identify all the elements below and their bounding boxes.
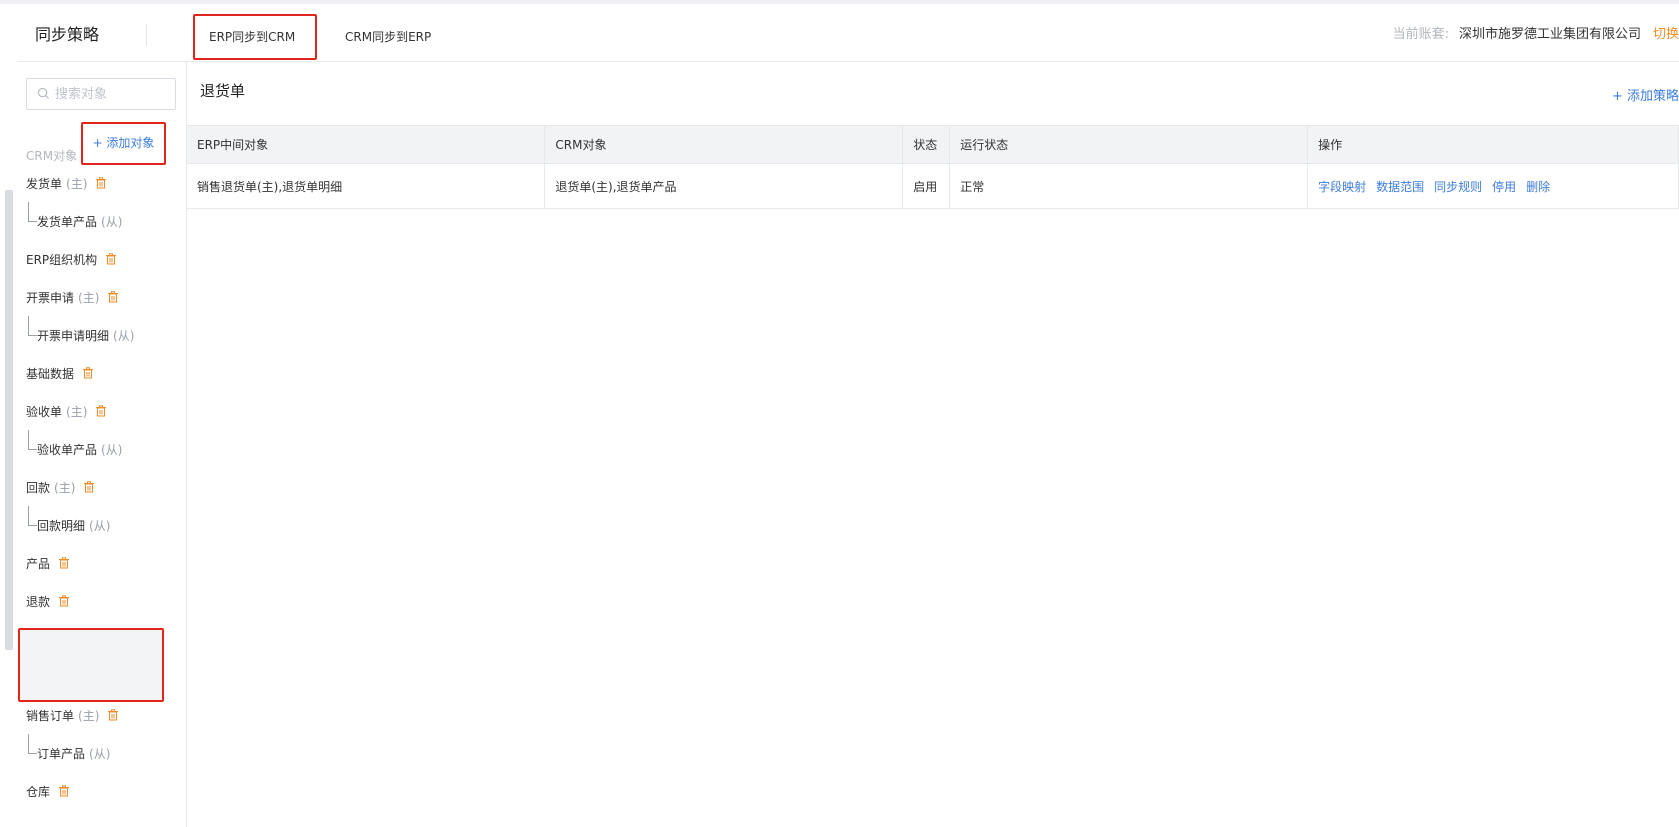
tree-item[interactable]: 发货单 (主) — [17, 164, 187, 202]
tree-item[interactable]: 开票申请 (主) — [17, 278, 187, 316]
tree-child-item[interactable]: 验收单产品 (从) — [17, 430, 187, 468]
column-header: CRM对象 — [544, 125, 904, 164]
trash-icon[interactable] — [95, 633, 107, 645]
tree-item-tag: (主) — [66, 632, 88, 647]
table-row: 销售退货单(主),退货单明细 退货单(主),退货单产品 启用 正常 字段映射 数据… — [187, 163, 1679, 209]
object-tree: 发货单 (主) 发货单产品 (从) ERP组织机构 开票申请 (主) 开票申请明细 (从) 基础数… — [17, 164, 187, 810]
tree-child-item[interactable]: 退货单产品 (从) — [17, 658, 187, 696]
switch-account-link[interactable]: 切换 — [1653, 27, 1679, 42]
tree-item-label: ERP组织机构 — [26, 252, 98, 267]
app-window: 同步策略 ERP同步到CRM CRM同步到ERP 当前账套: 深圳市施罗德工业集团… — [0, 0, 1679, 827]
main-panel: 退货单 + 添加策略 ERP中间对象 CRM对象 状态 运行状态 操作 销售退货… — [187, 62, 1679, 827]
tree-item-tag: (主) — [78, 708, 100, 723]
tree-item-label: 回款明细 — [37, 518, 86, 533]
tree-item[interactable]: 产品 — [17, 544, 187, 582]
tree-item-tag: (从) — [101, 214, 123, 229]
tree-item-label: 订单产品 — [37, 746, 86, 761]
column-header: ERP中间对象 — [187, 125, 546, 164]
trash-icon[interactable] — [58, 785, 70, 797]
tree-item-label: 开票申请明细 — [37, 328, 110, 343]
tree-item-label: 发货单 — [26, 176, 63, 191]
tree-item-tag: (主) — [66, 176, 88, 191]
delete-link[interactable]: 删除 — [1526, 180, 1550, 194]
trash-icon[interactable] — [107, 291, 119, 303]
trash-icon[interactable] — [82, 367, 94, 379]
tree-child-item[interactable]: 发货单产品 (从) — [17, 202, 187, 240]
column-header: 运行状态 — [949, 125, 1309, 164]
add-policy-button[interactable]: + 添加策略 — [1612, 85, 1679, 104]
table-header-row: ERP中间对象 CRM对象 状态 运行状态 操作 — [187, 125, 1679, 164]
column-header: 操作 — [1307, 125, 1679, 164]
field-mapping-link[interactable]: 字段映射 — [1318, 180, 1366, 194]
tree-item-tag: (从) — [101, 670, 123, 685]
tree-item[interactable]: 退货单 (主) — [17, 620, 187, 658]
search-input[interactable] — [55, 83, 171, 105]
tree-item[interactable]: 仓库 — [17, 772, 187, 810]
tree-item-label: 基础数据 — [26, 366, 75, 381]
account-label: 当前账套: — [1392, 27, 1449, 42]
tree-item-label: 退货单产品 — [37, 670, 98, 685]
tree-child-item[interactable]: 回款明细 (从) — [17, 506, 187, 544]
tree-item-label: 回款 — [26, 480, 51, 495]
page-title: 同步策略 — [17, 23, 147, 46]
crm-object-label: CRM对象 — [26, 149, 78, 163]
tree-item[interactable]: 回款 (主) — [17, 468, 187, 506]
tree-item[interactable]: 基础数据 — [17, 354, 187, 392]
tree-child-item[interactable]: 开票申请明细 (从) — [17, 316, 187, 354]
trash-icon[interactable] — [95, 405, 107, 417]
tree-item-label: 仓库 — [26, 784, 51, 799]
erp-object-cell: 销售退货单(主),退货单明细 — [187, 163, 546, 209]
tree-item[interactable]: 销售订单 (主) — [17, 696, 187, 734]
tree-item-tag: (从) — [113, 328, 135, 343]
sync-rule-link[interactable]: 同步规则 — [1434, 180, 1482, 194]
tree-item-label: 退货单 — [26, 632, 63, 647]
tree-item[interactable]: 退款 — [17, 582, 187, 620]
tree-item-tag: (主) — [66, 404, 88, 419]
top-header: 同步策略 ERP同步到CRM CRM同步到ERP 当前账套: 深圳市施罗德工业集团… — [17, 8, 1679, 62]
tree-item-tag: (从) — [89, 746, 111, 761]
trash-icon[interactable] — [58, 595, 70, 607]
policy-table: ERP中间对象 CRM对象 状态 运行状态 操作 销售退货单(主),退货单明细 … — [187, 125, 1679, 209]
tree-item[interactable]: 验收单 (主) — [17, 392, 187, 430]
trash-icon[interactable] — [95, 177, 107, 189]
object-sidebar: CRM对象 + 添加对象 发货单(主)发货单产品(从)ERP组织机构开票申请(主… — [17, 62, 187, 827]
tree-item-label: 退款 — [26, 594, 51, 609]
tree-item-label: 发货单产品 — [37, 214, 98, 229]
tree-child-item[interactable]: 订单产品 (从) — [17, 734, 187, 772]
tab-crm-to-erp[interactable]: CRM同步到ERP — [331, 14, 445, 60]
status-cell: 启用 — [902, 163, 951, 209]
crm-object-row: CRM对象 — [26, 146, 77, 166]
tree-item-label: 产品 — [26, 556, 51, 571]
trash-icon[interactable] — [107, 709, 119, 721]
tree-item-tag: (主) — [54, 480, 76, 495]
trash-icon[interactable] — [83, 481, 95, 493]
disable-link[interactable]: 停用 — [1492, 180, 1516, 194]
tree-item[interactable]: ERP组织机构 — [17, 240, 187, 278]
account-name: 深圳市施罗德工业集团有限公司 — [1458, 27, 1641, 42]
tree-item-tag: (从) — [101, 442, 123, 457]
trash-icon[interactable] — [105, 253, 117, 265]
tree-item-label: 验收单产品 — [37, 442, 98, 457]
section-title: 退货单 — [200, 82, 246, 100]
data-range-link[interactable]: 数据范围 — [1376, 180, 1424, 194]
tree-item-tag: (主) — [78, 290, 100, 305]
actions-cell: 字段映射 数据范围 同步规则 停用 删除 — [1307, 163, 1679, 209]
add-object-button[interactable]: + 添加对象 — [81, 122, 166, 165]
sidebar-scrollbar[interactable] — [5, 190, 13, 650]
tree-item-label: 验收单 — [26, 404, 63, 419]
account-info: 当前账套: 深圳市施罗德工业集团有限公司 切换 — [1393, 8, 1679, 62]
tree-item-label: 开票申请 — [26, 290, 75, 305]
search-icon — [37, 87, 50, 100]
trash-icon[interactable] — [58, 557, 70, 569]
crm-object-cell: 退货单(主),退货单产品 — [544, 163, 904, 209]
tree-item-tag: (从) — [89, 518, 111, 533]
search-box[interactable] — [26, 78, 176, 110]
tab-erp-to-crm[interactable]: ERP同步到CRM — [193, 14, 317, 60]
tree-item-label: 销售订单 — [26, 708, 75, 723]
column-header: 状态 — [902, 125, 951, 164]
run-status-cell: 正常 — [949, 163, 1309, 209]
